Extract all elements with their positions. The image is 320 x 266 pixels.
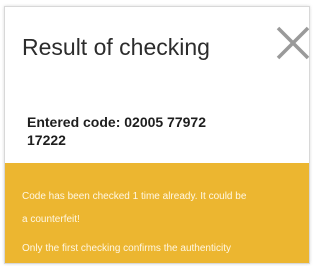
close-icon [276, 26, 309, 60]
warning-counterfeit-text: a counterfeit! [22, 214, 80, 225]
entered-code-text: Entered code: 02005 77972 17222 [27, 114, 206, 148]
warning-checked-text: Code has been checked 1 time already. It… [22, 191, 247, 202]
warning-authenticity-text: Only the first checking confirms the aut… [22, 243, 231, 254]
warning-panel: Code has been checked 1 time already. It… [5, 163, 309, 263]
close-button[interactable] [275, 25, 309, 61]
result-dialog: Result of checking Entered code: 02005 7… [4, 6, 310, 264]
dialog-title: Result of checking [22, 34, 210, 60]
